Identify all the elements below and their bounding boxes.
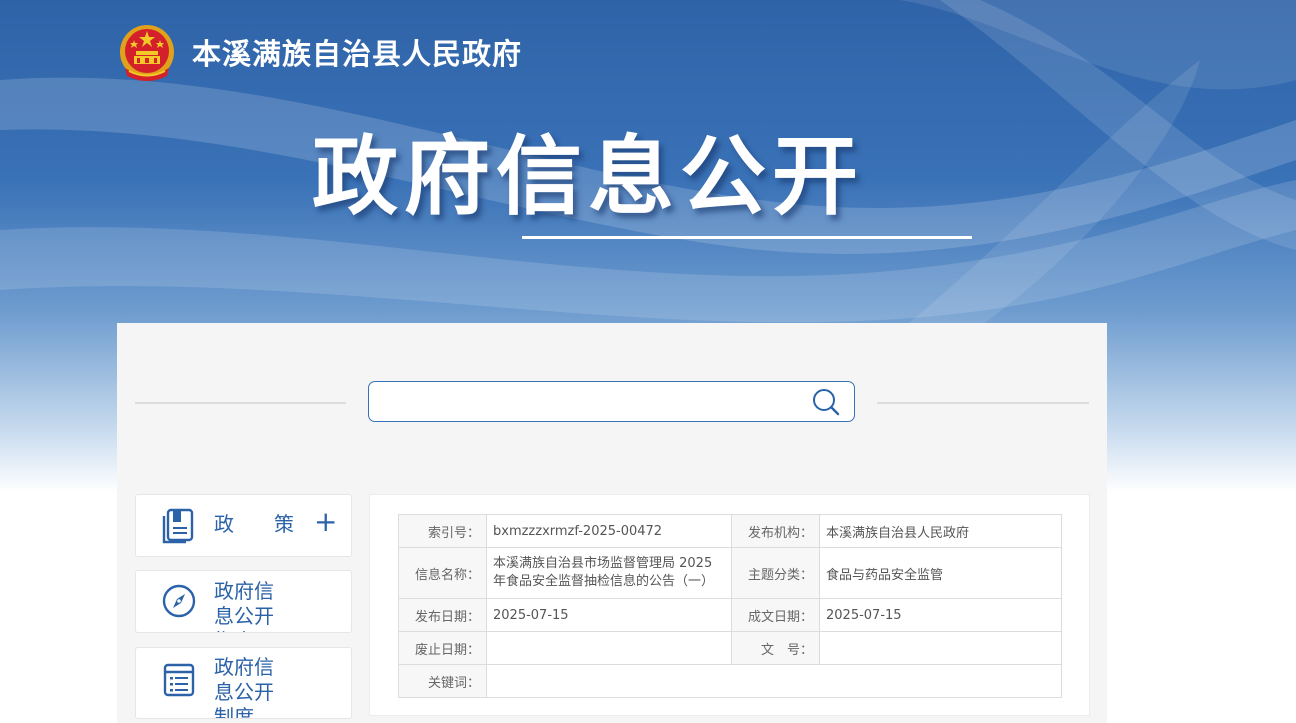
doc-no-value (819, 631, 1062, 665)
sidebar-item-policy[interactable]: 政 策 + (135, 494, 352, 557)
search-box (368, 381, 855, 422)
sidebar-item-label: 政 策 (214, 512, 294, 536)
created-date-label: 成文日期： (731, 598, 820, 632)
table-row: 信息名称： 本溪满族自治县市场监督管理局 2025年食品安全监督抽检信息的公告（… (398, 547, 1062, 599)
sidebar-item-label: 政府信息公开指南 (214, 579, 274, 632)
table-row: 索引号： bxmzzzxrmzf-2025-00472 发布机构： 本溪满族自治… (398, 514, 1062, 548)
compass-icon (162, 584, 196, 618)
publisher-value: 本溪满族自治县人民政府 (819, 514, 1062, 548)
keywords-label: 关键词： (398, 664, 487, 698)
search-icon[interactable] (812, 388, 840, 416)
sidebar-item-system[interactable]: 政府信息公开制度 (135, 647, 352, 719)
divider-right (877, 402, 1089, 404)
title-value: 本溪满族自治县市场监督管理局 2025年食品安全监督抽检信息的公告（一） (486, 547, 732, 599)
doc-no-label: 文 号： (731, 631, 820, 665)
sidebar-item-guide[interactable]: 政府信息公开指南 (135, 570, 352, 633)
table-row: 废止日期： 文 号： (398, 631, 1062, 665)
topic-value: 食品与药品安全监管 (819, 547, 1062, 599)
publish-date-value: 2025-07-15 (486, 598, 732, 632)
title-underline (522, 236, 972, 239)
page-title: 政府信息公开 (312, 127, 864, 227)
abolish-date-label: 废止日期： (398, 631, 487, 665)
info-meta-table: 索引号： bxmzzzxrmzf-2025-00472 发布机构： 本溪满族自治… (398, 514, 1062, 698)
publisher-label: 发布机构： (731, 514, 820, 548)
abolish-date-value (486, 631, 732, 665)
title-label: 信息名称： (398, 547, 487, 599)
sidebar-item-label: 政府信息公开制度 (214, 655, 274, 719)
publish-date-label: 发布日期： (398, 598, 487, 632)
table-row: 关键词： (398, 664, 1062, 698)
national-emblem-icon (120, 25, 174, 81)
search-input[interactable] (379, 388, 803, 416)
divider-left (135, 402, 346, 404)
plus-icon[interactable]: + (314, 507, 337, 537)
index-no-value: bxmzzzxrmzf-2025-00472 (486, 514, 732, 548)
list-icon (163, 663, 195, 697)
keywords-value (486, 664, 1062, 698)
topic-label: 主题分类： (731, 547, 820, 599)
index-no-label: 索引号： (398, 514, 487, 548)
site-name[interactable]: 本溪满族自治县人民政府 (192, 34, 522, 74)
created-date-value: 2025-07-15 (819, 598, 1062, 632)
document-icon (162, 508, 194, 544)
table-row: 发布日期： 2025-07-15 成文日期： 2025-07-15 (398, 598, 1062, 632)
